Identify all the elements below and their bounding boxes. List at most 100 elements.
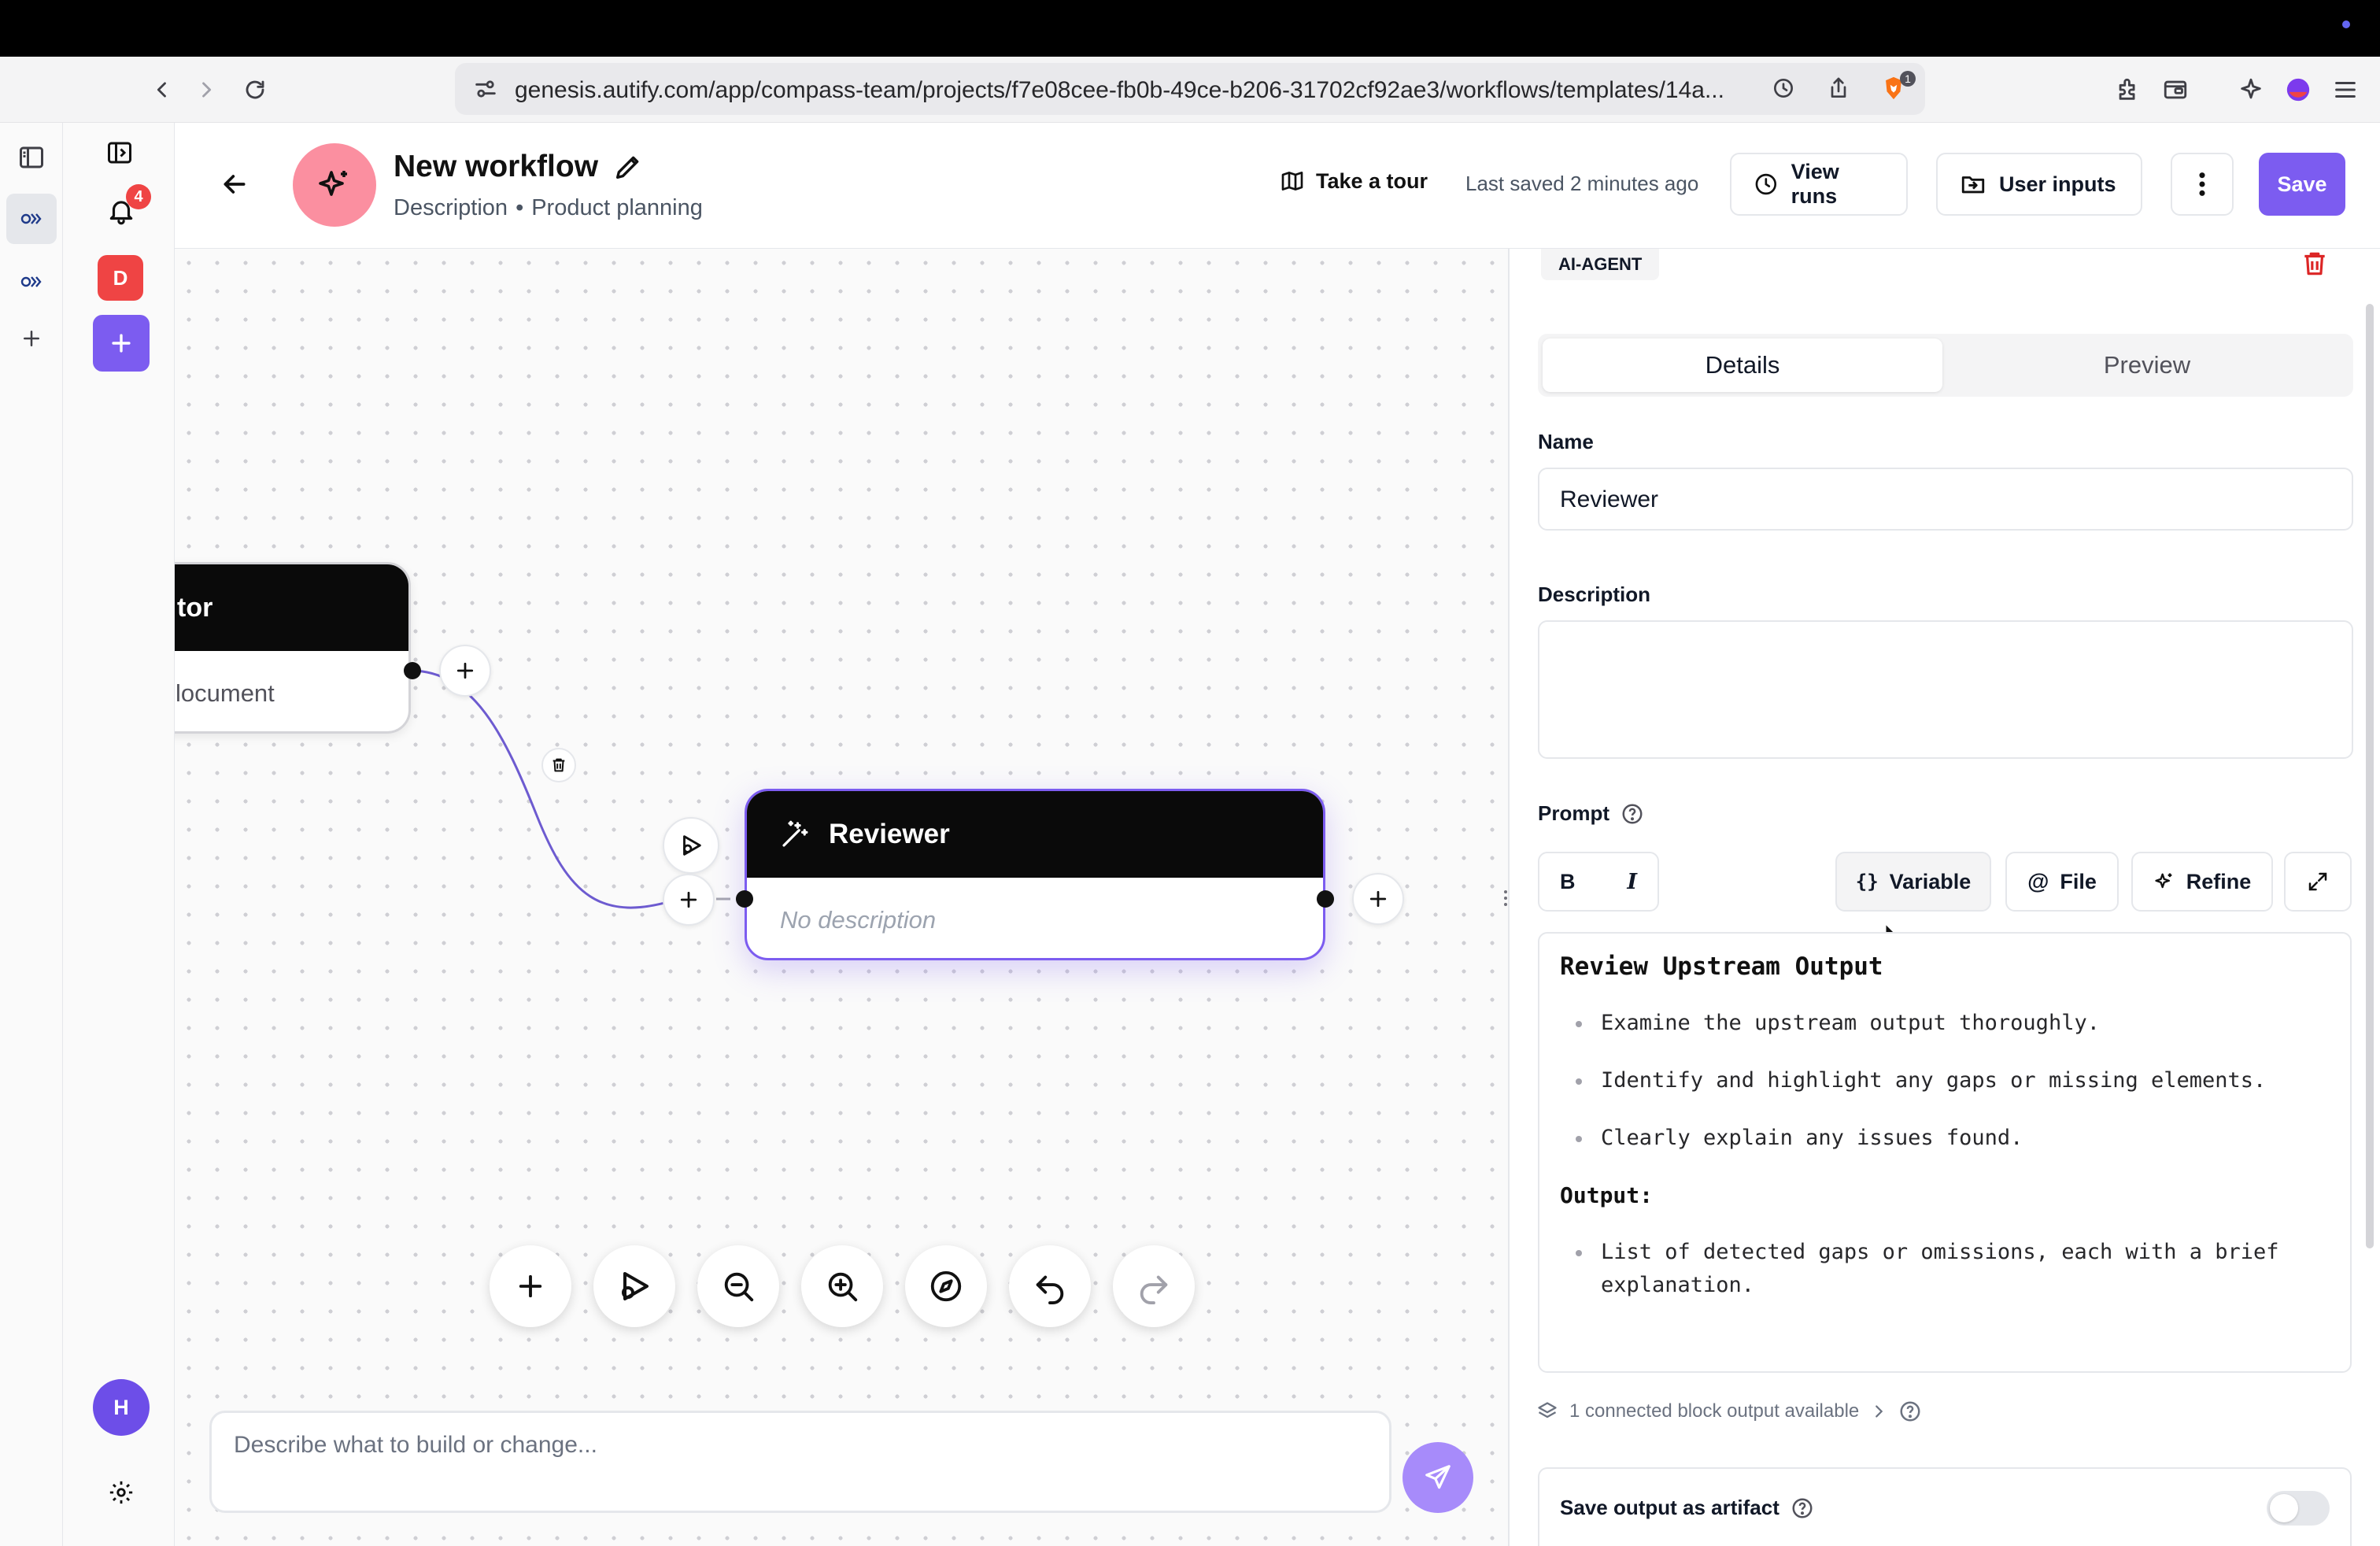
italic-button[interactable]: I — [1627, 870, 1637, 894]
node-description: No description — [780, 906, 937, 934]
expand-editor-button[interactable] — [2284, 852, 2352, 912]
url-text: genesis.autify.com/app/compass-team/proj… — [515, 77, 1724, 103]
menu-icon[interactable] — [2326, 71, 2364, 109]
name-input[interactable]: Reviewer — [1538, 468, 2353, 531]
site-settings-icon[interactable] — [472, 76, 499, 102]
sparkles-icon — [2155, 873, 2172, 889]
prompt-heading: Review Upstream Output — [1560, 952, 1883, 981]
expand-icon — [2308, 872, 2327, 891]
notifications-bell-icon[interactable]: 4 — [99, 184, 151, 233]
scrollbar[interactable] — [2366, 304, 2374, 1248]
workflow-title: New workflow — [394, 150, 599, 183]
save-artifact-card: Save output as artifact — [1538, 1467, 2352, 1546]
output-port[interactable] — [1317, 890, 1334, 908]
last-saved-text: Last saved 2 minutes ago — [1465, 172, 1699, 195]
new-tab-plus-icon[interactable] — [13, 320, 50, 357]
format-toolbar: B I — [1538, 852, 1659, 912]
workflow-header: New workflow Description • Product plann… — [175, 123, 2380, 249]
undo-button[interactable] — [1009, 1245, 1091, 1327]
reload-icon[interactable] — [236, 71, 274, 109]
prompt-editor[interactable] — [1538, 932, 2352, 1373]
leo-ai-icon[interactable] — [2232, 71, 2270, 109]
run-workflow-button[interactable] — [593, 1245, 675, 1327]
fit-view-button[interactable] — [905, 1245, 987, 1327]
collapse-sidebar-icon[interactable] — [99, 132, 140, 173]
trash-icon — [552, 758, 565, 772]
add-project-button[interactable] — [93, 315, 150, 372]
workflow-subtitle: Description • Product planning — [394, 195, 703, 221]
connected-outputs-link[interactable]: 1 connected block output available — [1536, 1400, 1922, 1423]
workflow-description[interactable]: Description — [394, 195, 508, 221]
clock-icon — [1755, 173, 1777, 195]
magic-wand-icon — [782, 820, 808, 847]
redo-button[interactable] — [1113, 1245, 1195, 1327]
back-arrow-icon[interactable] — [219, 168, 250, 200]
user-avatar[interactable]: H — [93, 1379, 150, 1436]
delete-node-trash-icon[interactable] — [2300, 249, 2330, 279]
undo-icon — [1036, 1275, 1064, 1304]
add-after-reviewer-button[interactable] — [1352, 873, 1404, 925]
node-title: tor — [175, 564, 408, 651]
workflow-node-reviewer[interactable]: Reviewer No description — [745, 789, 1325, 960]
project-avatar[interactable]: D — [98, 255, 143, 301]
run-node-button[interactable] — [663, 817, 719, 874]
extensions-icon[interactable] — [2109, 71, 2147, 109]
settings-gear-icon[interactable] — [102, 1474, 140, 1511]
zoom-out-button[interactable] — [697, 1245, 779, 1327]
sidebar-toggle-icon[interactable] — [13, 139, 50, 176]
help-icon[interactable] — [1791, 1496, 1814, 1520]
zoom-in-icon — [828, 1272, 858, 1302]
wallet-icon[interactable] — [2156, 71, 2194, 109]
delete-edge-button[interactable] — [541, 748, 576, 782]
browser-toolbar: genesis.autify.com/app/compass-team/proj… — [0, 57, 2380, 123]
output-port[interactable] — [404, 662, 421, 679]
variable-button[interactable]: {} Variable — [1835, 852, 1991, 912]
forward-icon[interactable] — [187, 71, 225, 109]
tab-autify-active[interactable] — [6, 194, 57, 244]
ai-chat-input[interactable]: Describe what to build or change... — [209, 1411, 1391, 1513]
workflow-canvas[interactable]: tor locument Reviewer No description — [175, 249, 1508, 1546]
view-runs-button[interactable]: View runs — [1730, 153, 1908, 216]
prompt-bullet: Examine the upstream output thoroughly. — [1601, 1011, 2100, 1035]
brave-shield-icon[interactable]: 1 — [1875, 69, 1916, 107]
bullet-dot — [1576, 1136, 1582, 1142]
workflow-category[interactable]: Product planning — [531, 195, 703, 221]
window-top-bar — [0, 0, 2380, 57]
tab-details[interactable]: Details — [1543, 338, 1942, 392]
save-artifact-toggle[interactable] — [2267, 1491, 2330, 1526]
user-inputs-button[interactable]: User inputs — [1936, 153, 2142, 216]
add-after-button[interactable] — [439, 645, 491, 697]
edit-pencil-icon[interactable] — [612, 151, 644, 183]
back-icon[interactable] — [143, 71, 181, 109]
description-label: Description — [1538, 583, 1651, 606]
workflow-node-previous[interactable]: tor locument — [175, 562, 411, 734]
prompt-label-row: Prompt — [1538, 801, 1644, 826]
zoom-in-button[interactable] — [801, 1245, 883, 1327]
node-type-badge: AI-AGENT — [1541, 249, 1660, 280]
tab-preview[interactable]: Preview — [1947, 338, 2347, 392]
description-textarea[interactable] — [1538, 620, 2353, 759]
profile-icon[interactable] — [2279, 71, 2317, 109]
at-icon: @ — [2027, 869, 2049, 893]
bold-button[interactable]: B — [1560, 870, 1576, 894]
help-icon[interactable] — [1621, 802, 1644, 826]
prompt-output-line: explanation. — [1601, 1273, 1755, 1297]
tab-autify[interactable] — [6, 257, 57, 307]
input-port[interactable] — [736, 890, 753, 908]
save-button[interactable]: Save — [2259, 153, 2345, 216]
share-icon[interactable] — [1820, 69, 1857, 107]
take-a-tour-button[interactable]: Take a tour — [1280, 168, 1428, 194]
file-button[interactable]: @ File — [2005, 852, 2119, 912]
save-artifact-label: Save output as artifact — [1560, 1496, 1779, 1519]
more-options-button[interactable] — [2171, 153, 2234, 216]
address-bar[interactable]: genesis.autify.com/app/compass-team/proj… — [455, 63, 1925, 115]
add-before-button[interactable] — [663, 874, 715, 926]
node-header: Reviewer — [747, 791, 1323, 878]
history-icon[interactable] — [1765, 69, 1802, 107]
plus-icon — [112, 334, 131, 353]
add-node-button[interactable] — [490, 1245, 571, 1327]
bullet-dot — [1576, 1078, 1582, 1085]
view-runs-label: View runs — [1791, 160, 1839, 208]
refine-button[interactable]: Refine — [2131, 852, 2273, 912]
send-button[interactable] — [1402, 1442, 1473, 1513]
